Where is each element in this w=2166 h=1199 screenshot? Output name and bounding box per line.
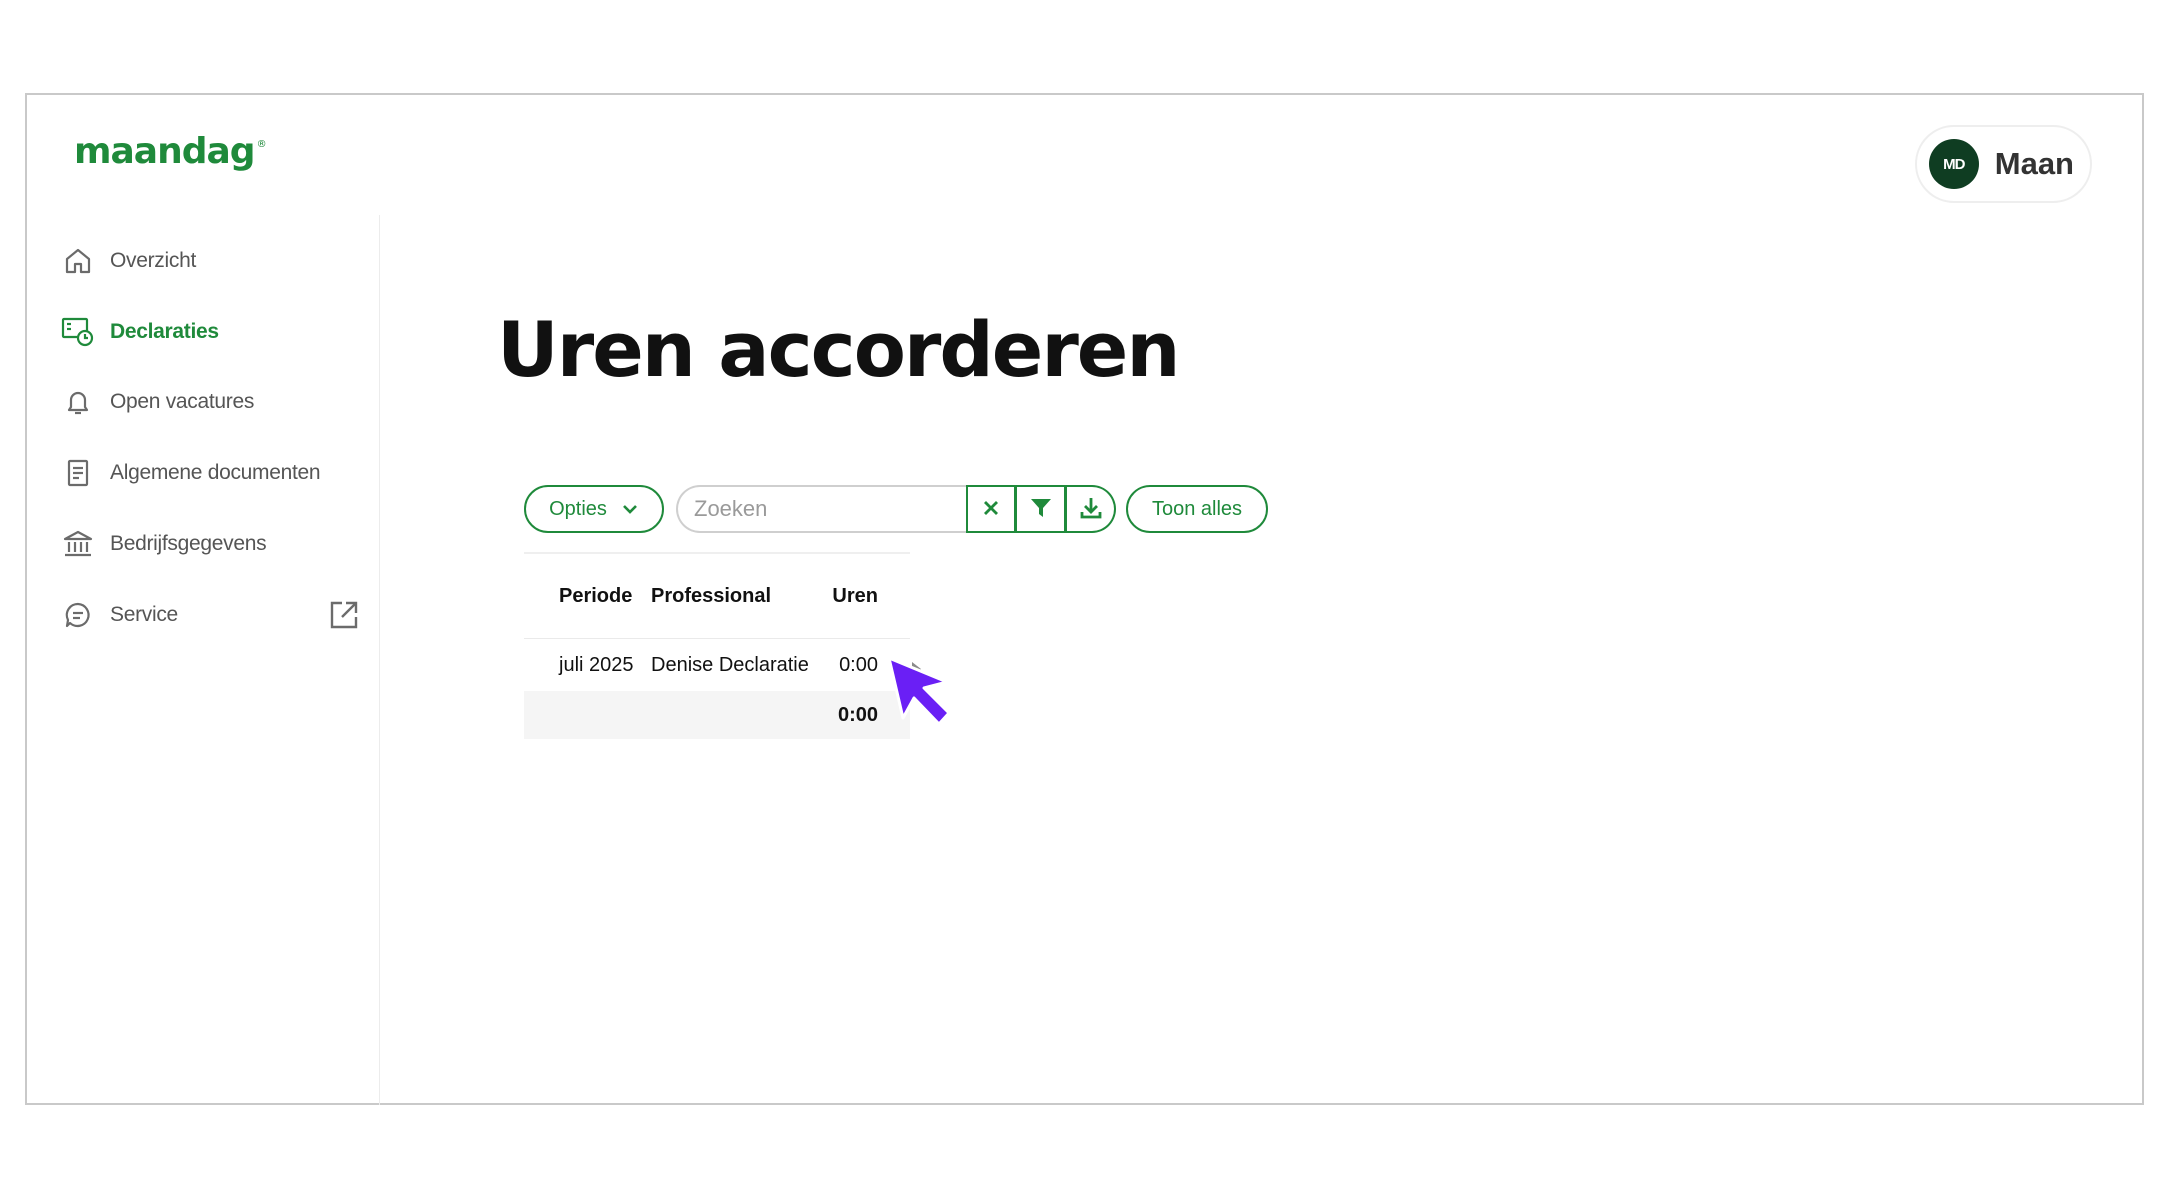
table-header-row: Periode Professional Uren [524,554,910,639]
app-window: maandag ® MD Maan Overzicht Declaraties … [25,93,2144,1105]
sidebar-item-open-vacatures[interactable]: Open vacatures [60,380,360,424]
user-menu[interactable]: MD Maan [1914,125,2092,203]
table-toolbar: Opties Zoeken Toon alles [524,484,1268,534]
options-label: Opties [549,497,607,520]
filter-button[interactable] [1016,485,1066,533]
table-row[interactable]: juli 2025 Denise Declaratie 0:00 [524,639,910,692]
close-icon [983,500,999,519]
column-header-uren[interactable]: Uren [821,554,910,639]
search-input[interactable] [676,485,966,533]
options-dropdown-button[interactable]: Opties [524,485,664,533]
page-title: Uren accorderen [497,305,1180,394]
sidebar-item-label: Bedrijfsgegevens [110,532,267,555]
cell-periode: juli 2025 [559,653,634,676]
user-name: Maan [1994,146,2074,181]
total-empty-cell [524,691,651,739]
table-total-row: 0:00 [524,691,910,739]
maandag-logo[interactable]: maandag ® [74,131,267,172]
sidebar-item-label: Overzicht [110,249,196,272]
sidebar-item-label: Declaraties [110,320,219,343]
total-empty-cell [651,691,821,739]
mouse-cursor-icon [887,656,951,726]
logo-text: maandag [74,131,256,172]
show-all-button[interactable]: Toon alles [1126,485,1268,533]
download-icon [1079,496,1103,523]
sidebar: Overzicht Declaraties Open vacatures Alg… [27,215,380,1105]
bell-icon [60,384,96,420]
column-header-periode[interactable]: Periode [524,554,651,639]
cell-professional: Denise Declaratie [651,653,809,676]
logo-registered-mark: ® [256,139,267,150]
external-link-icon[interactable] [328,599,360,631]
sidebar-item-declaraties[interactable]: Declaraties [60,310,360,354]
clear-search-button[interactable] [966,485,1016,533]
chat-icon [60,597,96,633]
sidebar-item-label: Open vacatures [110,390,255,413]
show-all-label: Toon alles [1151,497,1243,520]
search-group [676,485,1116,533]
chevron-down-icon [621,498,639,521]
sidebar-item-overzicht[interactable]: Overzicht [60,239,360,283]
download-button[interactable] [1066,485,1116,533]
avatar: MD [1928,139,1979,189]
building-icon [60,526,96,562]
sidebar-item-bedrijfsgegevens[interactable]: Bedrijfsgegevens [60,522,360,566]
hours-table: Periode Professional Uren juli 2025 Deni… [524,552,921,739]
column-header-professional[interactable]: Professional [651,554,821,639]
filter-icon [1030,498,1052,521]
sidebar-item-service[interactable]: Service [60,593,360,637]
sidebar-item-label: Algemene documenten [110,461,321,484]
home-icon [60,243,96,279]
sidebar-item-label: Service [110,603,178,626]
timesheet-clock-icon [60,314,96,350]
document-icon [60,455,96,491]
sidebar-item-algemene-documenten[interactable]: Algemene documenten [60,451,360,495]
